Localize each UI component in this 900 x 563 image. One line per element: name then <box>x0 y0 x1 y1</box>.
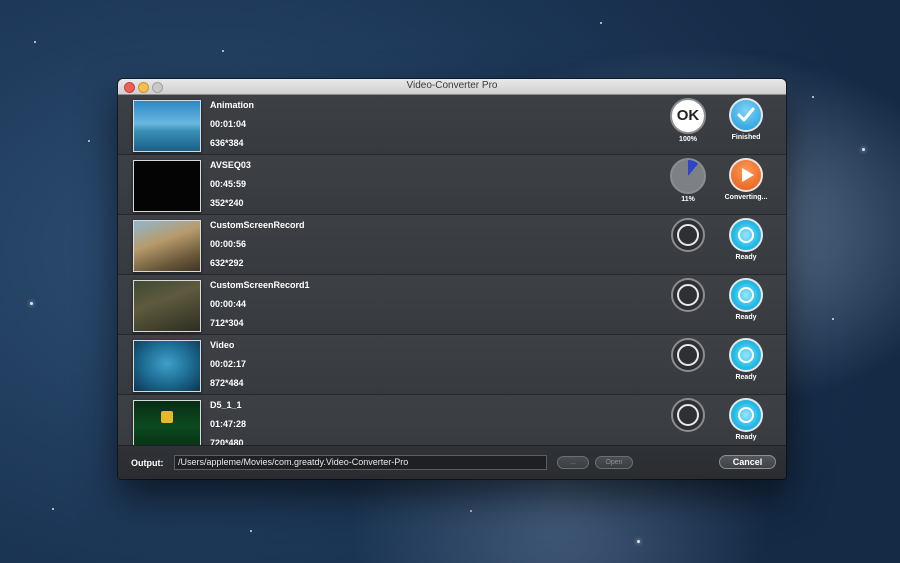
file-meta: CustomScreenRecord 00:00:56 632*292 <box>210 219 305 276</box>
file-row[interactable]: AVSEQ03 00:45:59 352*240 11% Converting.… <box>118 155 786 215</box>
file-meta: Animation 00:01:04 636*384 <box>210 99 254 156</box>
cancel-button[interactable]: Cancel <box>719 455 776 469</box>
output-path-field[interactable]: /Users/appleme/Movies/com.greatdy.Video-… <box>174 455 547 470</box>
file-duration: 00:00:56 <box>210 239 247 249</box>
idle-ring-icon <box>671 218 705 252</box>
star <box>250 530 252 532</box>
status-label: Ready <box>735 434 757 441</box>
star <box>470 510 472 512</box>
file-meta: D5_1_1 01:47:28 720*480 <box>210 399 246 445</box>
star <box>812 96 814 98</box>
file-duration: 00:02:17 <box>210 359 247 369</box>
file-resolution: 632*292 <box>210 258 244 268</box>
ready-icon[interactable] <box>729 278 763 312</box>
progress-indicator: OK 100% <box>668 98 708 143</box>
file-list[interactable]: Animation 00:01:04 636*384 OK 100% Finis… <box>118 95 786 445</box>
file-meta: CustomScreenRecord1 00:00:44 712*304 <box>210 279 310 336</box>
file-name: AVSEQ03 <box>210 160 251 170</box>
file-name: Video <box>210 340 235 350</box>
status-label: Ready <box>735 374 757 381</box>
idle-ring-icon <box>671 278 705 312</box>
status-label: Finished <box>731 134 761 141</box>
status-indicator: Converting... <box>716 158 776 201</box>
progress-indicator <box>668 278 708 312</box>
play-icon[interactable] <box>729 158 763 192</box>
star <box>862 148 865 151</box>
progress-indicator: 11% <box>668 158 708 203</box>
star <box>30 302 33 305</box>
status-indicator: Ready <box>716 338 776 381</box>
star <box>600 22 602 24</box>
video-thumbnail <box>133 280 201 332</box>
file-row[interactable]: Animation 00:01:04 636*384 OK 100% Finis… <box>118 95 786 155</box>
file-duration: 00:00:44 <box>210 299 247 309</box>
star <box>222 50 224 52</box>
file-name: CustomScreenRecord <box>210 220 305 230</box>
video-thumbnail <box>133 400 201 445</box>
progress-label: 11% <box>681 196 695 203</box>
video-thumbnail <box>133 220 201 272</box>
title-bar[interactable]: Video-Converter Pro <box>118 79 786 95</box>
status-label: Converting... <box>724 194 768 201</box>
progress-indicator <box>668 398 708 432</box>
progress-indicator <box>668 338 708 372</box>
ok-badge-icon: OK <box>670 98 706 134</box>
file-row[interactable]: CustomScreenRecord 00:00:56 632*292 Read… <box>118 215 786 275</box>
progress-indicator <box>668 218 708 252</box>
progress-pie-icon <box>670 158 706 194</box>
file-name: D5_1_1 <box>210 400 242 410</box>
star <box>832 318 834 320</box>
video-thumbnail <box>133 340 201 392</box>
file-duration: 01:47:28 <box>210 419 247 429</box>
status-indicator: Ready <box>716 398 776 441</box>
app-window: Video-Converter Pro Animation 00:01:04 6… <box>118 79 786 479</box>
star <box>88 140 90 142</box>
file-name: CustomScreenRecord1 <box>210 280 310 290</box>
file-resolution: 636*384 <box>210 138 244 148</box>
file-row[interactable]: D5_1_1 01:47:28 720*480 Ready <box>118 395 786 445</box>
window-title: Video-Converter Pro <box>406 80 498 91</box>
progress-label: 100% <box>679 136 697 143</box>
bottom-bar: Output: /Users/appleme/Movies/com.greatd… <box>118 445 786 479</box>
file-duration: 00:01:04 <box>210 119 247 129</box>
status-indicator: Finished <box>716 98 776 141</box>
status-label: Ready <box>735 254 757 261</box>
file-meta: Video 00:02:17 872*484 <box>210 339 246 396</box>
ready-icon[interactable] <box>729 218 763 252</box>
file-resolution: 872*484 <box>210 378 244 388</box>
status-indicator: Ready <box>716 278 776 321</box>
star <box>34 41 36 43</box>
star <box>52 508 54 510</box>
ready-icon[interactable] <box>729 398 763 432</box>
open-button[interactable]: Open <box>595 456 633 469</box>
status-indicator: Ready <box>716 218 776 261</box>
idle-ring-icon <box>671 338 705 372</box>
dvd-logo-icon <box>161 411 173 423</box>
idle-ring-icon <box>671 398 705 432</box>
file-row[interactable]: Video 00:02:17 872*484 Ready <box>118 335 786 395</box>
checkmark-icon[interactable] <box>729 98 763 132</box>
star <box>637 540 640 543</box>
output-label: Output: <box>131 458 164 468</box>
video-thumbnail <box>133 100 201 152</box>
video-thumbnail <box>133 160 201 212</box>
file-row[interactable]: CustomScreenRecord1 00:00:44 712*304 Rea… <box>118 275 786 335</box>
browse-button[interactable]: ... <box>557 456 589 469</box>
file-resolution: 712*304 <box>210 318 244 328</box>
file-name: Animation <box>210 100 254 110</box>
file-meta: AVSEQ03 00:45:59 352*240 <box>210 159 251 216</box>
status-label: Ready <box>735 314 757 321</box>
file-duration: 00:45:59 <box>210 179 247 189</box>
file-resolution: 352*240 <box>210 198 244 208</box>
ready-icon[interactable] <box>729 338 763 372</box>
file-resolution: 720*480 <box>210 438 244 445</box>
